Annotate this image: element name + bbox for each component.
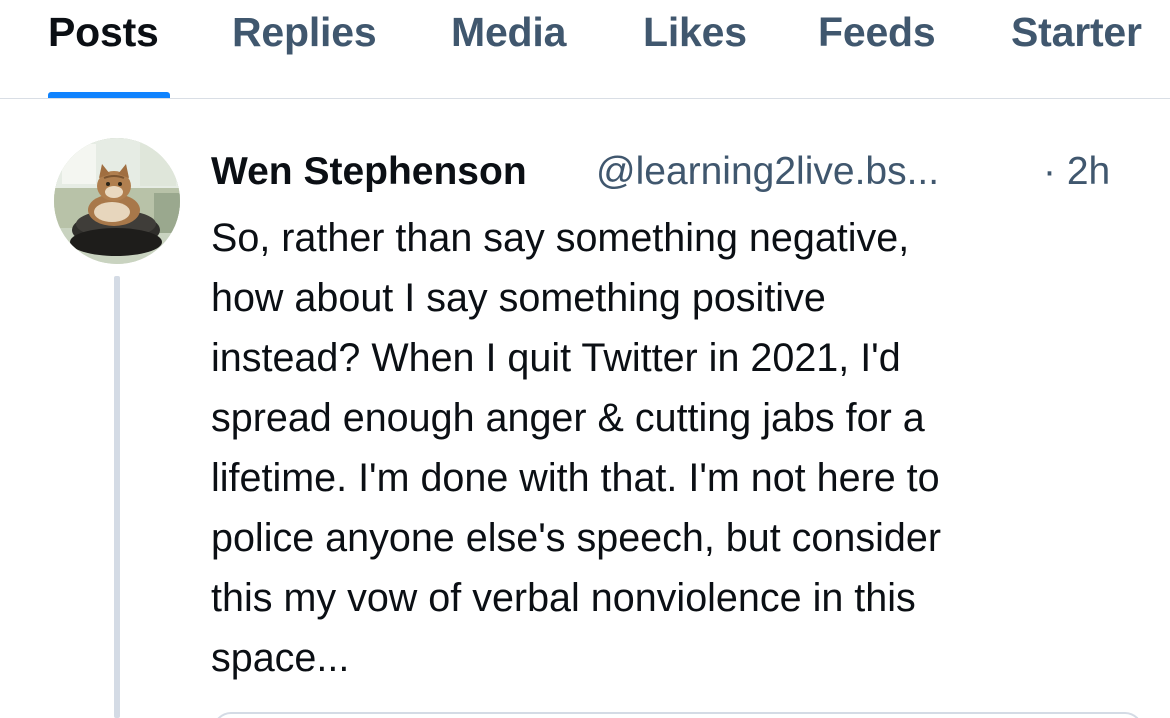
author-avatar[interactable] <box>54 138 180 264</box>
profile-page: Posts Replies Media Likes Feeds Starter <box>0 0 1170 718</box>
author-handle[interactable]: @learning2live.bs... <box>596 144 939 200</box>
tab-media[interactable]: Media <box>451 8 566 56</box>
tab-feeds[interactable]: Feeds <box>818 8 936 56</box>
post-item[interactable]: Wen Stephenson @learning2live.bs... · 2h… <box>0 100 1170 718</box>
post-header: Wen Stephenson @learning2live.bs... · 2h <box>211 144 1141 200</box>
tab-posts[interactable]: Posts <box>48 8 159 56</box>
tab-replies[interactable]: Replies <box>232 8 377 56</box>
active-tab-indicator <box>48 92 170 98</box>
author-name[interactable]: Wen Stephenson <box>211 144 527 200</box>
post-timestamp[interactable]: · 2h <box>1043 144 1110 200</box>
tab-starter-packs[interactable]: Starter <box>1011 8 1142 56</box>
thread-connector-line <box>114 276 120 718</box>
cat-avatar-icon <box>54 138 180 264</box>
tab-likes[interactable]: Likes <box>643 8 747 56</box>
post-text: So, rather than say something negative, … <box>211 216 941 680</box>
embedded-card[interactable] <box>213 712 1143 718</box>
profile-tab-bar: Posts Replies Media Likes Feeds Starter <box>0 0 1170 99</box>
